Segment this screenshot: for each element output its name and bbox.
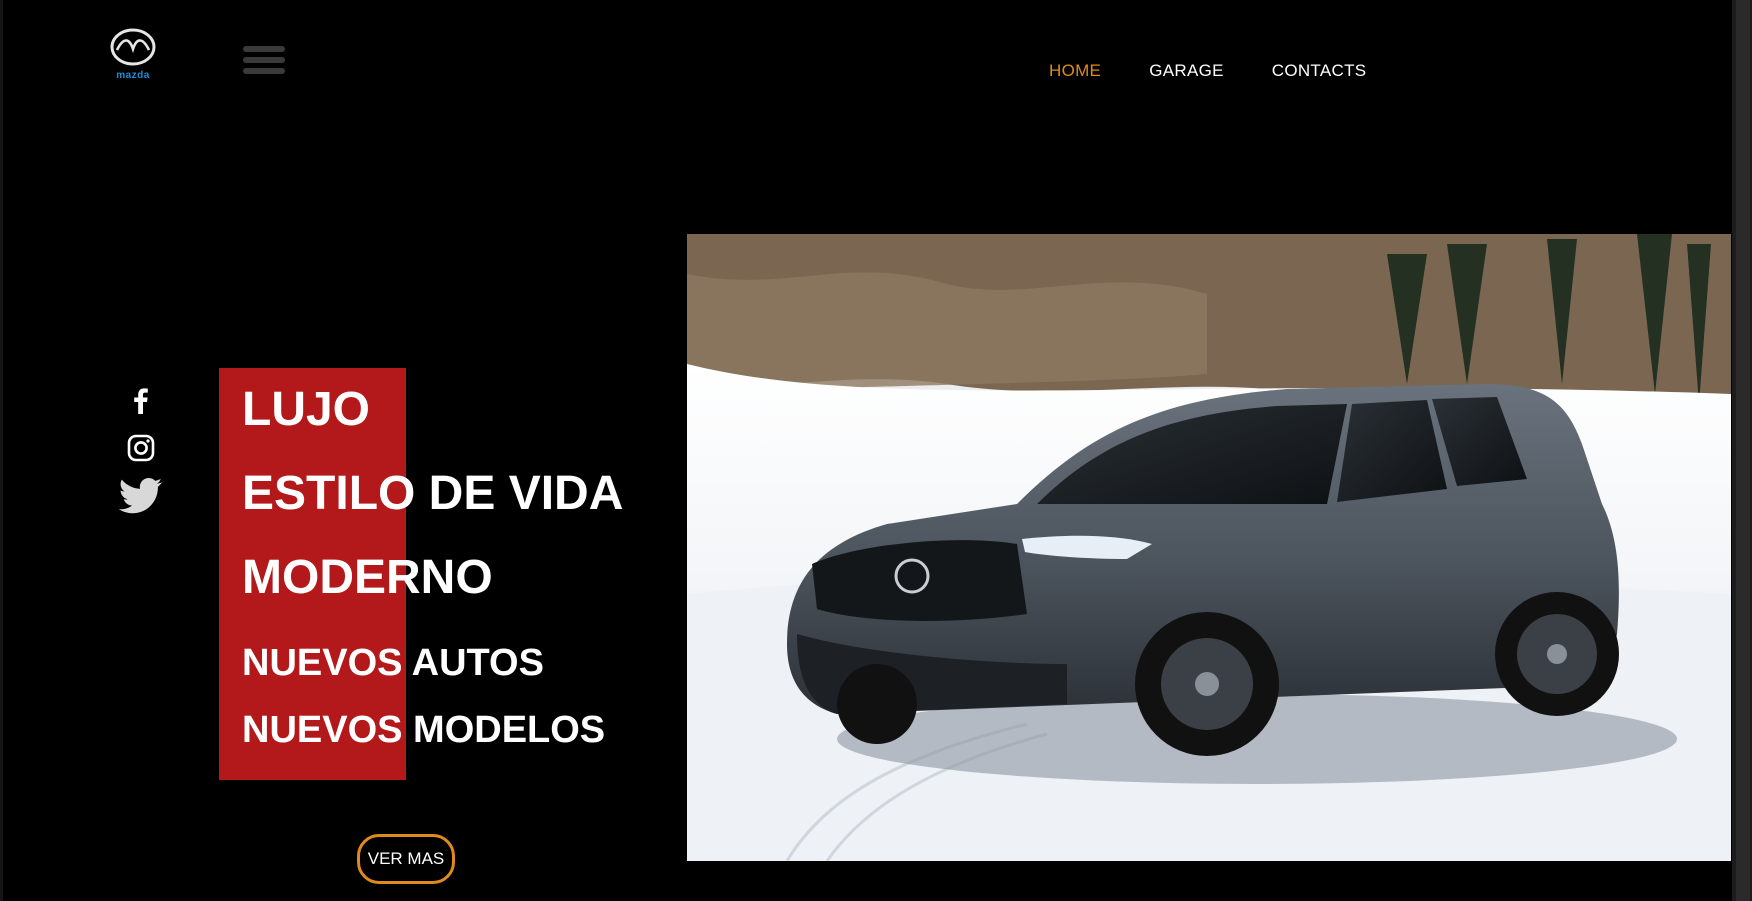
instagram-icon[interactable] xyxy=(127,434,155,462)
ver-mas-button[interactable]: VER MAS xyxy=(357,834,455,884)
nav-garage[interactable]: GARAGE xyxy=(1149,61,1224,81)
twitter-icon[interactable] xyxy=(119,478,163,514)
hero-line-lujo: LUJO xyxy=(242,383,371,436)
menu-button[interactable] xyxy=(243,46,285,78)
hero-headline: LUJO ESTILO DE VIDA MODERNO NUEVOS AUTOS… xyxy=(242,368,623,764)
social-links xyxy=(118,388,164,514)
hero-subline-autos: NUEVOS AUTOS xyxy=(242,642,544,684)
hero-line-moderno: MODERNO xyxy=(242,551,493,604)
nav-home[interactable]: HOME xyxy=(1049,61,1101,81)
brand-logo[interactable]: mazda xyxy=(108,28,158,84)
scrollbar-thumb[interactable] xyxy=(1736,0,1750,901)
hamburger-bar xyxy=(243,68,285,74)
hero-car-image xyxy=(687,234,1731,861)
left-edge xyxy=(0,0,3,901)
hamburger-bar xyxy=(243,46,285,52)
car-photo xyxy=(687,234,1731,861)
hamburger-bar xyxy=(243,57,285,63)
mazda-logo-icon xyxy=(110,28,156,66)
main-nav: HOME GARAGE CONTACTS xyxy=(1049,61,1366,81)
hero-line-estilo: ESTILO DE VIDA xyxy=(242,467,624,520)
brand-name: mazda xyxy=(116,70,150,81)
hero-subline-modelos: NUEVOS MODELOS xyxy=(242,709,606,751)
facebook-icon[interactable] xyxy=(133,388,149,414)
nav-contacts[interactable]: CONTACTS xyxy=(1272,61,1367,81)
scrollbar[interactable] xyxy=(1732,0,1752,901)
